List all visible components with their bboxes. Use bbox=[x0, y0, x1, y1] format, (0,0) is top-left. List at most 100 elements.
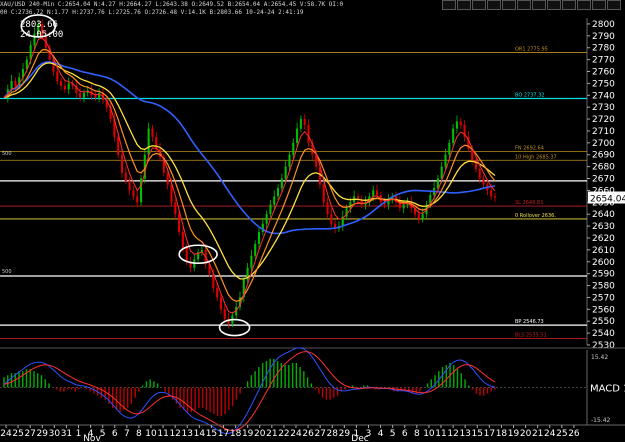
x-tick-label: 6 bbox=[112, 429, 118, 439]
candle-body bbox=[94, 95, 97, 98]
x-tick-label: 12 bbox=[169, 429, 180, 439]
candle-body bbox=[56, 71, 59, 82]
window-icon[interactable] bbox=[547, 0, 561, 10]
candle-body bbox=[421, 214, 424, 219]
candle-body bbox=[292, 142, 295, 155]
candle-body bbox=[402, 204, 405, 209]
price-tick-label: 2730 bbox=[592, 103, 615, 113]
price-chart[interactable]: 2800279027802770276027502740273027202710… bbox=[0, 0, 625, 442]
price-tick-label: 2600 bbox=[592, 258, 615, 268]
price-tick-label: 2780 bbox=[592, 44, 615, 54]
window-icon[interactable] bbox=[472, 0, 486, 10]
x-tick-label: 21 bbox=[532, 429, 543, 439]
x-tick-label: 30 bbox=[49, 429, 61, 439]
window-icon[interactable] bbox=[577, 0, 591, 10]
candle-body bbox=[185, 247, 188, 262]
candle-body bbox=[132, 190, 135, 197]
window-icon[interactable] bbox=[502, 0, 516, 10]
price-tick-label: 2550 bbox=[592, 317, 615, 327]
x-tick-label: 26 bbox=[568, 429, 580, 439]
candle-body bbox=[372, 190, 375, 197]
candle-body bbox=[375, 190, 379, 196]
candle-body bbox=[452, 128, 455, 143]
macd-label: MACD 1 bbox=[590, 384, 625, 395]
candle-body bbox=[250, 255, 253, 268]
candle-body bbox=[448, 142, 451, 155]
candle-body bbox=[455, 121, 458, 129]
level-label: 0 Rollover 2636. bbox=[515, 213, 556, 219]
candle-body bbox=[82, 92, 85, 98]
cursor-time: 24 05:00 bbox=[20, 30, 64, 40]
x-tick-label: 25 bbox=[556, 429, 567, 439]
x-tick-label: 14 bbox=[194, 429, 206, 439]
candle-body bbox=[261, 223, 264, 233]
level-label: 10 High 2685.37 bbox=[515, 154, 557, 160]
price-tick-label: 2640 bbox=[592, 210, 615, 220]
price-tick-label: 2770 bbox=[592, 56, 615, 66]
x-tick-label: 4 bbox=[378, 429, 384, 439]
candle-body bbox=[223, 309, 226, 319]
x-tick-label: 1 bbox=[76, 429, 82, 439]
x-tick-label: 5 bbox=[390, 429, 396, 439]
candle-body bbox=[181, 232, 184, 248]
bar-detail-line: 00 C:2736.72 N:1.77 H:2737.76 L:2725.76 … bbox=[0, 9, 304, 16]
price-tick-label: 2680 bbox=[592, 163, 615, 173]
x-tick-label: 20 bbox=[254, 429, 266, 439]
price-tick-label: 2560 bbox=[592, 305, 615, 315]
x-tick-label: 8 bbox=[136, 429, 142, 439]
candle-body bbox=[307, 125, 310, 143]
price-tick-label: 2670 bbox=[592, 175, 615, 185]
x-tick-label: 24 bbox=[0, 429, 12, 439]
candle-body bbox=[322, 184, 325, 203]
candle-body bbox=[124, 172, 127, 181]
x-tick-label: 19 bbox=[242, 429, 254, 439]
price-tick-label: 2630 bbox=[592, 222, 615, 232]
candle-body bbox=[265, 214, 268, 224]
candle-body bbox=[151, 128, 154, 137]
candle-body bbox=[79, 92, 82, 98]
x-tick-label: 27 bbox=[24, 429, 35, 439]
candle-body bbox=[60, 81, 63, 86]
candle-body bbox=[63, 85, 66, 90]
window-icon[interactable] bbox=[487, 0, 501, 10]
candle-body bbox=[444, 154, 447, 167]
window-icon[interactable] bbox=[562, 0, 576, 10]
price-tick-label: 2690 bbox=[592, 151, 615, 161]
x-tick-label: 13 bbox=[182, 429, 193, 439]
candle-body bbox=[478, 169, 481, 179]
x-tick-label: 28 bbox=[327, 429, 339, 439]
candle-body bbox=[216, 287, 219, 298]
x-tick-label: 10 bbox=[145, 429, 157, 439]
x-tick-label: 13 bbox=[459, 429, 470, 439]
price-tick-label: 2750 bbox=[592, 79, 615, 89]
candle-body bbox=[288, 154, 291, 167]
window-icon[interactable] bbox=[592, 0, 606, 10]
x-tick-label: 18 bbox=[496, 429, 508, 439]
window-icon[interactable] bbox=[457, 0, 471, 10]
candle-body bbox=[284, 166, 287, 179]
x-tick-label: 31 bbox=[61, 429, 72, 439]
x-tick-label: 29 bbox=[37, 429, 49, 439]
candle-body bbox=[280, 178, 283, 189]
candle-body bbox=[166, 172, 169, 185]
level-label: FN 2692.64 bbox=[515, 146, 544, 152]
candle-body bbox=[136, 196, 139, 203]
x-tick-label: 20 bbox=[520, 429, 532, 439]
x-tick-label: 24 bbox=[290, 429, 302, 439]
left-level-label: 500 bbox=[2, 269, 12, 275]
symbol-info-line: XAU/USD 240-Min C:2654.04 N:4.27 H:2664.… bbox=[0, 1, 344, 8]
candle-body bbox=[120, 154, 124, 173]
level-label: BLS 2535.51 bbox=[515, 332, 547, 338]
window-icon[interactable] bbox=[532, 0, 546, 10]
candle-body bbox=[459, 121, 462, 126]
candle-body bbox=[330, 214, 333, 224]
candle-body bbox=[178, 214, 181, 233]
window-icon[interactable] bbox=[607, 0, 621, 10]
candle-body bbox=[52, 59, 55, 72]
candle-body bbox=[170, 184, 173, 203]
window-icon[interactable] bbox=[517, 0, 531, 10]
window-icon[interactable] bbox=[442, 0, 456, 10]
month-label: Dec bbox=[351, 434, 368, 442]
toolbar-icons bbox=[442, 0, 621, 10]
level-label: BO 2737.32 bbox=[515, 92, 545, 98]
